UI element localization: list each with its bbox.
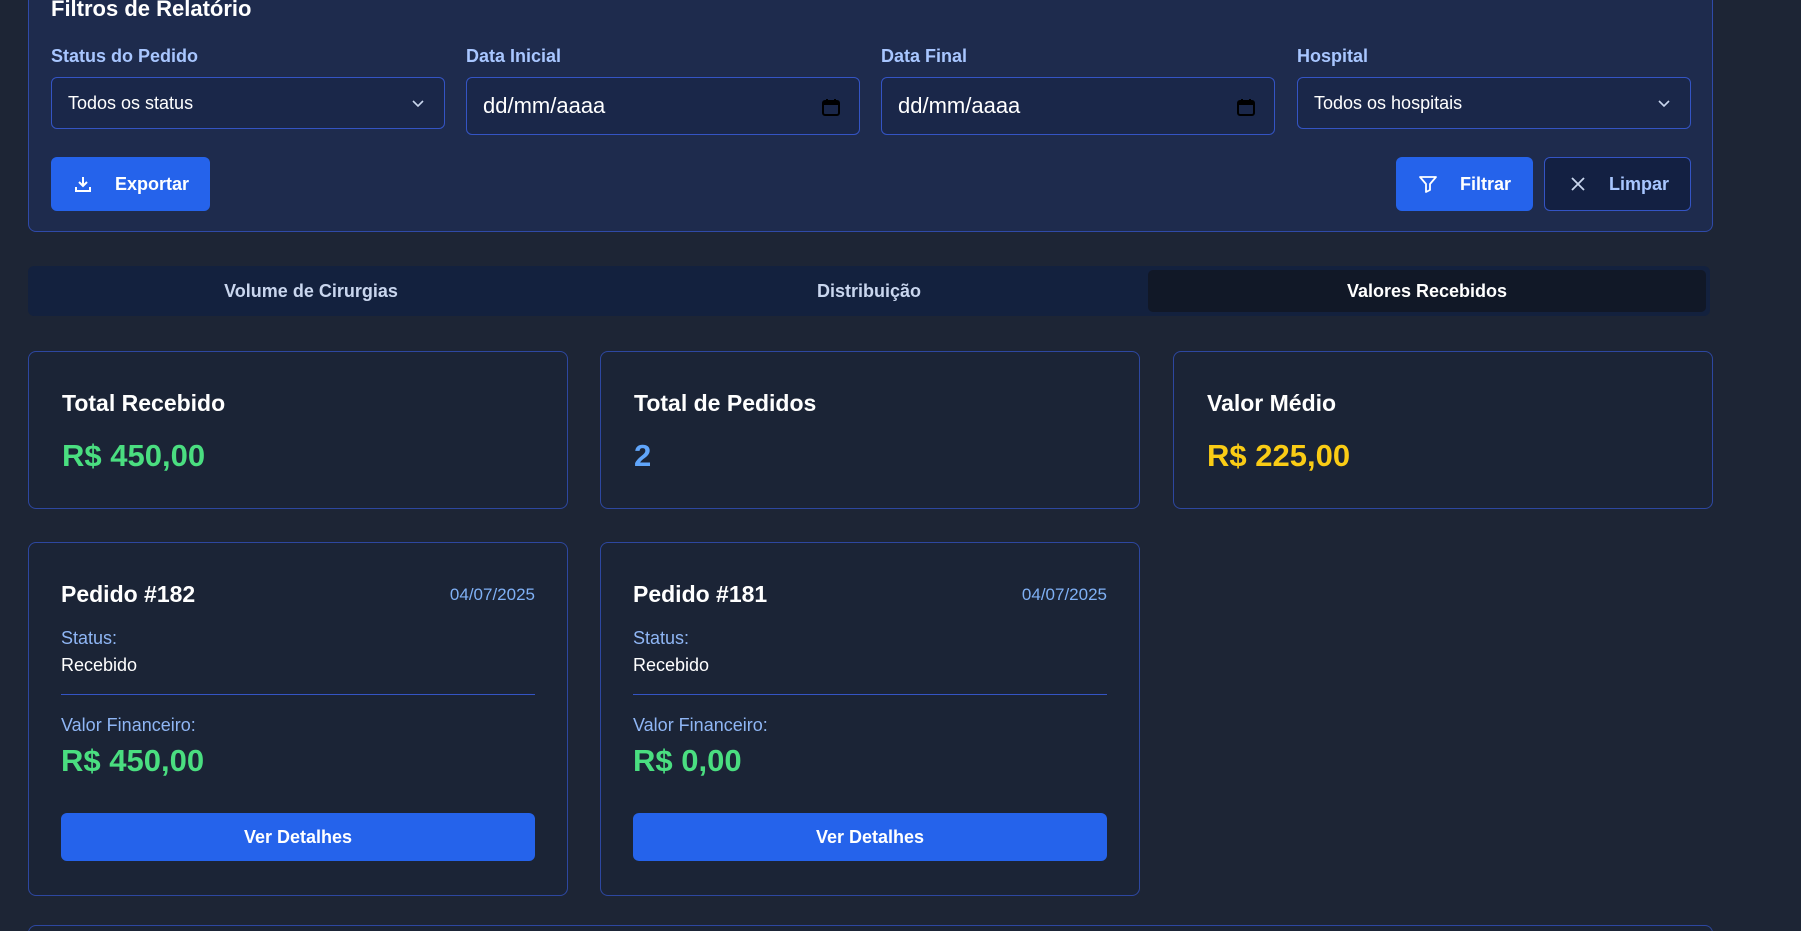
summary-title: Total Recebido <box>62 390 226 416</box>
filter-button[interactable]: Filtrar <box>1396 157 1533 211</box>
order-title: Pedido #181 <box>633 581 768 607</box>
order-value: R$ 450,00 <box>61 743 205 778</box>
order-status-value: Recebido <box>633 655 710 675</box>
end-date-placeholder: dd/mm/aaaa <box>898 93 1021 118</box>
order-status-label: Status: <box>61 628 118 648</box>
next-panel-edge <box>28 925 1713 931</box>
summary-title: Total de Pedidos <box>634 390 817 416</box>
tab-distribuicao[interactable]: Distribuição <box>590 270 1148 312</box>
calendar-icon[interactable] <box>821 97 841 117</box>
order-card-182: Pedido #182 04/07/2025 Status: Recebido … <box>28 542 568 896</box>
summary-value: R$ 225,00 <box>1207 438 1351 473</box>
order-value: R$ 0,00 <box>633 743 742 778</box>
clear-button-label: Limpar <box>1609 173 1670 194</box>
hospital-select[interactable]: Todos os hospitais <box>1297 77 1691 129</box>
download-icon <box>75 177 91 192</box>
export-button-label: Exportar <box>115 173 190 194</box>
calendar-icon[interactable] <box>1236 97 1256 117</box>
filter-icon <box>1419 176 1437 193</box>
hospital-filter-label: Hospital <box>1297 46 1369 66</box>
order-date: 04/07/2025 <box>1021 585 1107 604</box>
summary-value: 2 <box>634 438 652 473</box>
start-date-input[interactable]: dd/mm/aaaa <box>466 77 860 135</box>
report-filters-panel: Filtros de Relatório Status do Pedido To… <box>28 0 1713 232</box>
chevron-down-icon <box>1658 100 1670 108</box>
summary-value: R$ 450,00 <box>62 438 206 473</box>
tab-valores-recebidos[interactable]: Valores Recebidos <box>1148 270 1706 312</box>
status-filter-label: Status do Pedido <box>51 46 199 66</box>
order-divider <box>61 694 535 695</box>
order-status-value: Recebido <box>61 655 138 675</box>
end-date-label: Data Final <box>881 46 968 66</box>
view-details-button[interactable]: Ver Detalhes <box>61 813 535 861</box>
close-icon <box>1571 177 1585 191</box>
order-card-181: Pedido #181 04/07/2025 Status: Recebido … <box>600 542 1140 896</box>
status-select[interactable]: Todos os status <box>51 77 445 129</box>
order-value-label: Valor Financeiro: <box>61 715 196 735</box>
status-select-value: Todos os status <box>68 92 194 113</box>
summary-card-valor-medio: Valor Médio R$ 225,00 <box>1173 351 1713 509</box>
filter-button-label: Filtrar <box>1460 173 1512 194</box>
export-button[interactable]: Exportar <box>51 157 210 211</box>
report-tabs: Volume de Cirurgias Distribuição Valores… <box>28 266 1710 316</box>
order-title: Pedido #182 <box>61 581 196 607</box>
filters-title: Filtros de Relatório <box>51 0 252 21</box>
clear-button[interactable]: Limpar <box>1544 157 1691 211</box>
order-divider <box>633 694 1107 695</box>
chevron-down-icon <box>412 100 424 108</box>
start-date-placeholder: dd/mm/aaaa <box>483 93 606 118</box>
summary-title: Valor Médio <box>1207 390 1337 416</box>
tab-volume-cirurgias[interactable]: Volume de Cirurgias <box>32 270 590 312</box>
end-date-input[interactable]: dd/mm/aaaa <box>881 77 1275 135</box>
hospital-select-value: Todos os hospitais <box>1314 92 1463 113</box>
summary-card-total-recebido: Total Recebido R$ 450,00 <box>28 351 568 509</box>
order-status-label: Status: <box>633 628 690 648</box>
order-value-label: Valor Financeiro: <box>633 715 768 735</box>
order-date: 04/07/2025 <box>449 585 535 604</box>
report-page: Filtros de Relatório Status do Pedido To… <box>0 0 1801 931</box>
summary-card-total-pedidos: Total de Pedidos 2 <box>600 351 1140 509</box>
view-details-button[interactable]: Ver Detalhes <box>633 813 1107 861</box>
start-date-label: Data Inicial <box>466 46 562 66</box>
